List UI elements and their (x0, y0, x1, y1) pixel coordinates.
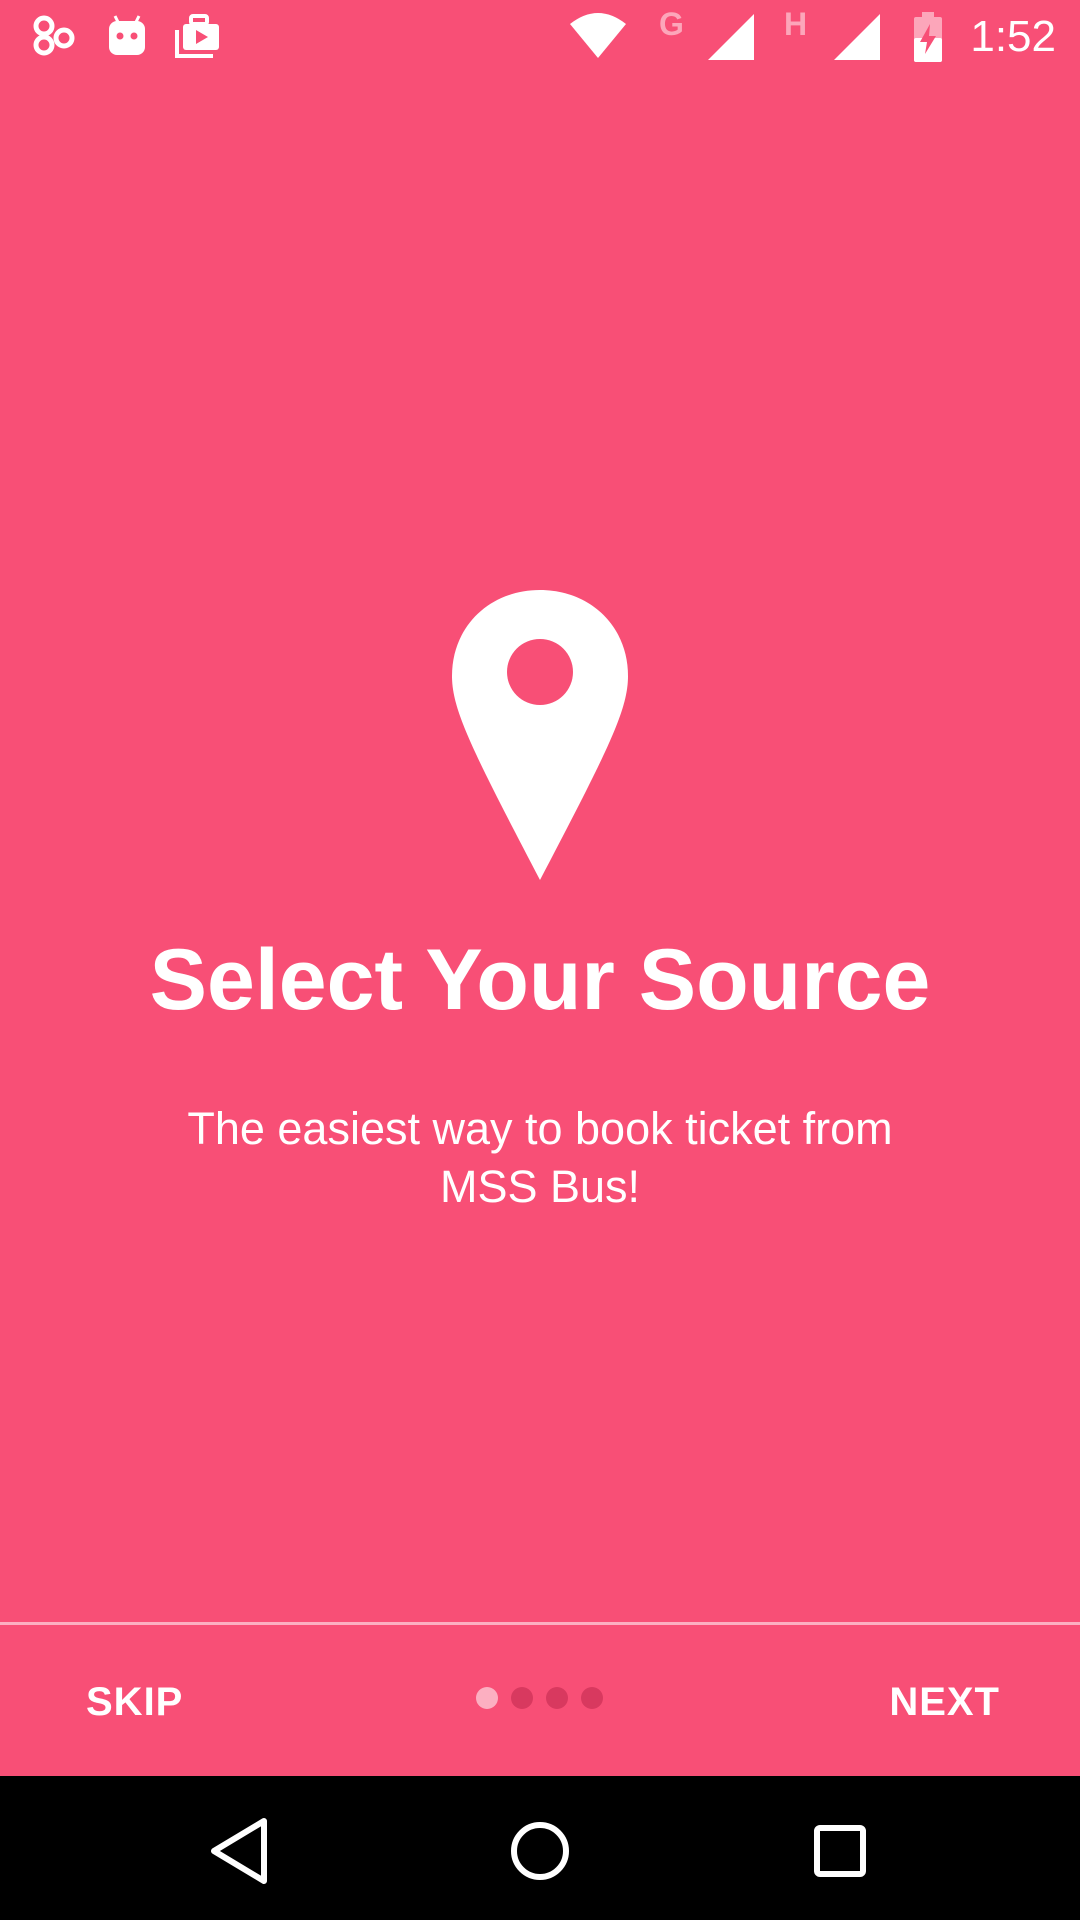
page-description: The easiest way to book ticket from MSS … (187, 1103, 893, 1212)
wifi-icon (570, 13, 626, 58)
battery-charging-icon (914, 12, 942, 62)
page-dot-1[interactable] (476, 1687, 498, 1709)
network-h-icon: H (784, 6, 808, 42)
page-dot-4[interactable] (581, 1687, 603, 1709)
back-icon[interactable] (200, 1811, 280, 1891)
skip-button[interactable]: SKIP (86, 1680, 183, 1725)
media-briefcase-icon (175, 14, 219, 58)
signal-icon (708, 14, 754, 60)
page-dot-2[interactable] (511, 1687, 533, 1709)
recents-icon[interactable] (800, 1811, 880, 1891)
navigation-bar (0, 1776, 1080, 1920)
page-title: Select Your Source (149, 932, 931, 1028)
location-pin-icon (452, 590, 628, 880)
connection-hub-icon (33, 15, 75, 56)
next-button[interactable]: NEXT (889, 1680, 1000, 1725)
page-dot-3[interactable] (546, 1687, 568, 1709)
page-indicator (476, 1687, 606, 1713)
signal-icon (834, 14, 880, 60)
network-g-icon: G (659, 6, 684, 42)
home-icon[interactable] (500, 1811, 580, 1891)
android-robot-icon (109, 15, 145, 55)
status-time: 1:52 (970, 12, 1056, 61)
status-bar: G H 1:52 (0, 0, 1080, 75)
